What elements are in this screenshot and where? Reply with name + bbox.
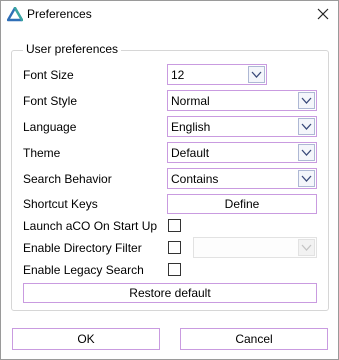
theme-label: Theme — [23, 146, 61, 160]
search-behavior-select[interactable]: Contains — [167, 168, 317, 189]
define-button[interactable]: Define — [167, 194, 317, 214]
font-size-select[interactable]: 12 — [167, 64, 267, 85]
language-value: English — [171, 120, 211, 134]
font-size-value: 12 — [171, 68, 185, 82]
window-title: Preferences — [27, 7, 92, 21]
chevron-down-icon[interactable] — [248, 66, 265, 83]
app-logo-icon — [6, 6, 24, 22]
directory-filter-label: Enable Directory Filter — [23, 241, 142, 255]
cancel-button[interactable]: Cancel — [180, 328, 328, 350]
launch-on-start-checkbox[interactable] — [168, 219, 181, 232]
legacy-search-label: Enable Legacy Search — [23, 263, 144, 277]
shortcut-keys-label: Shortcut Keys — [23, 197, 98, 211]
font-style-value: Normal — [171, 94, 210, 108]
language-label: Language — [23, 120, 77, 134]
chevron-down-icon[interactable] — [298, 170, 315, 187]
chevron-down-icon[interactable] — [298, 118, 315, 135]
font-size-label: Font Size — [23, 68, 74, 82]
directory-filter-combo — [193, 237, 317, 258]
chevron-down-icon — [298, 239, 315, 256]
group-legend: User preferences — [23, 42, 122, 56]
font-style-label: Font Style — [23, 94, 78, 108]
search-behavior-label: Search Behavior — [23, 172, 112, 186]
close-icon[interactable] — [309, 2, 337, 26]
chevron-down-icon[interactable] — [298, 144, 315, 161]
font-style-select[interactable]: Normal — [167, 90, 317, 111]
theme-value: Default — [171, 146, 210, 160]
restore-default-button[interactable]: Restore default — [23, 283, 317, 303]
legacy-search-checkbox[interactable] — [168, 263, 181, 276]
preferences-dialog: Preferences User preferences Font Size 1… — [0, 0, 339, 360]
search-behavior-value: Contains — [171, 172, 219, 186]
ok-button[interactable]: OK — [12, 328, 160, 350]
language-select[interactable]: English — [167, 116, 317, 137]
title-bar: Preferences — [1, 1, 338, 29]
theme-select[interactable]: Default — [167, 142, 317, 163]
chevron-down-icon[interactable] — [298, 92, 315, 109]
directory-filter-checkbox[interactable] — [168, 241, 181, 254]
launch-on-start-label: Launch aCO On Start Up — [23, 219, 158, 233]
